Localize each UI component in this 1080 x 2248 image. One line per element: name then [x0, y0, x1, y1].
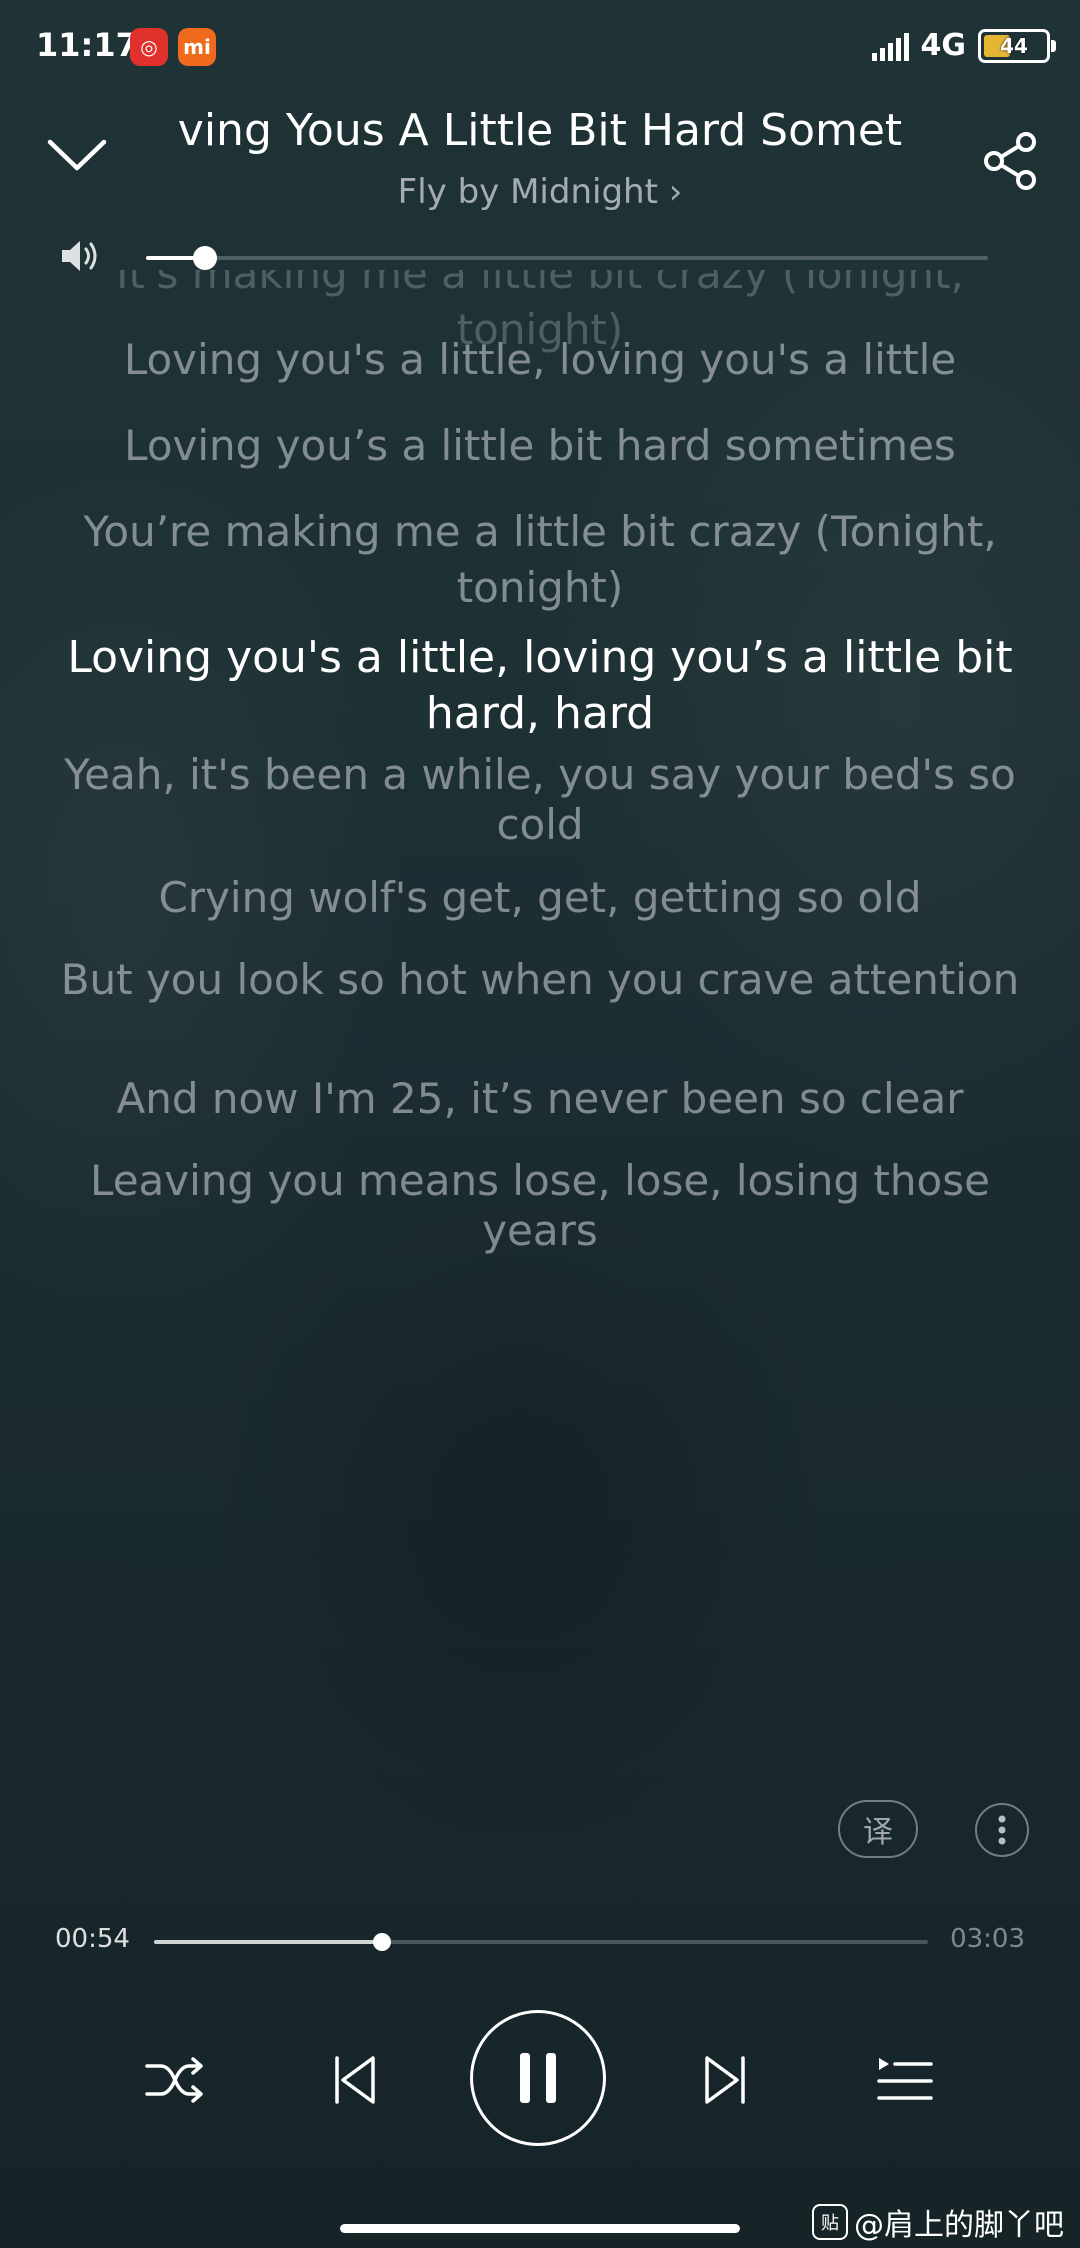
- total-time: 03:03: [950, 1924, 1025, 1954]
- lyric-line[interactable]: Crying wolf's get, get, getting so old: [60, 870, 1020, 926]
- pause-icon-bar: [546, 2053, 556, 2103]
- more-options-icon[interactable]: [975, 1803, 1029, 1857]
- lyric-line[interactable]: Loving you’s a little bit hard sometimes: [60, 418, 1020, 474]
- watermark: 贴 @肩上的脚丫吧: [812, 2200, 1064, 2244]
- current-time: 00:54: [55, 1924, 130, 1954]
- watermark-text: @肩上的脚丫吧: [854, 2208, 1064, 2243]
- lyric-line[interactable]: And now I'm 25, it’s never been so clear: [60, 1071, 1020, 1127]
- progress-knob[interactable]: [373, 1933, 392, 1951]
- home-indicator[interactable]: [340, 2224, 740, 2233]
- translate-button[interactable]: 译: [838, 1800, 918, 1858]
- volume-knob[interactable]: [192, 246, 217, 270]
- share-icon[interactable]: [982, 130, 1042, 192]
- progress-fill: [154, 1940, 383, 1944]
- netease-music-app-icon: ◎: [130, 28, 168, 66]
- shuffle-icon[interactable]: [135, 2040, 215, 2120]
- lyric-line[interactable]: Leaving you means lose, lose, losing tho…: [60, 1156, 1020, 1256]
- lyric-line[interactable]: Loving you's a little, loving you's a li…: [60, 332, 1020, 388]
- pause-button[interactable]: [470, 2010, 606, 2146]
- lyrics-panel[interactable]: It's making me a little bit crazy (Tonig…: [60, 270, 1020, 1740]
- lyric-line-current[interactable]: Loving you's a little, loving you’s a li…: [60, 630, 1020, 742]
- pause-icon-bar: [520, 2053, 530, 2103]
- status-indicators: 4G 44: [871, 28, 1056, 63]
- status-time: 11:17: [36, 26, 138, 64]
- artist-link[interactable]: Fly by Midnight ›: [0, 172, 1080, 212]
- battery-icon: 44: [978, 28, 1056, 63]
- progress-slider[interactable]: [154, 1933, 928, 1951]
- song-title: ving Yous A Little Bit Hard Somet: [177, 105, 903, 156]
- lyric-line[interactable]: Yeah, it's been a while, you say your be…: [60, 750, 1020, 850]
- volume-slider[interactable]: [146, 246, 988, 270]
- mi-app-icon: mi: [178, 28, 216, 66]
- playlist-icon[interactable]: [865, 2040, 945, 2120]
- song-title-marquee: ving Yous A Little Bit Hard Somet: [170, 105, 910, 175]
- lyric-line[interactable]: You’re making me a little bit crazy (Ton…: [60, 504, 1020, 616]
- network-type: 4G: [920, 28, 967, 63]
- next-track-icon[interactable]: [685, 2040, 765, 2120]
- lyric-line[interactable]: But you look so hot when you crave atten…: [60, 955, 1020, 1005]
- battery-level: 44: [1000, 33, 1028, 58]
- tieba-icon: 贴: [812, 2204, 848, 2240]
- previous-track-icon[interactable]: [315, 2040, 395, 2120]
- signal-icon: [871, 31, 909, 61]
